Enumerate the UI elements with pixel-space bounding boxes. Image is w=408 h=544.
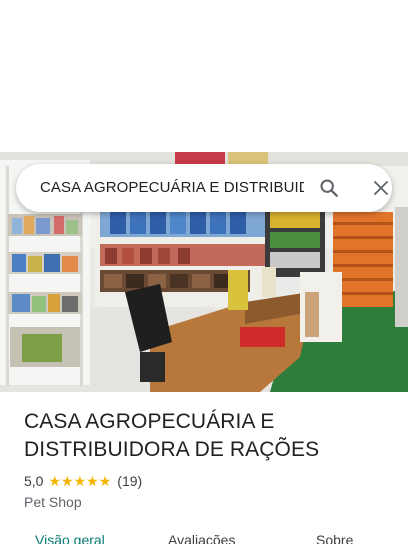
review-count[interactable]: (19) — [117, 473, 142, 489]
star-icon: ★ — [98, 473, 112, 489]
map-blank-area — [0, 0, 408, 152]
clear-search-button[interactable] — [364, 172, 398, 204]
star-icon: ★ — [61, 473, 74, 489]
rating-value: 5,0 — [24, 473, 44, 489]
tab-about[interactable]: Sobre — [316, 532, 353, 544]
star-rating: ★ ★ ★ ★ ★ — [48, 474, 111, 488]
search-button[interactable] — [312, 172, 346, 204]
place-info: CASA AGROPECUÁRIA E DISTRIBUIDORA DE RAÇ… — [24, 408, 394, 510]
search-input[interactable]: CASA AGROPECUÁRIA E DISTRIBUIDORA DE RAÇ… — [40, 164, 304, 212]
rating-row[interactable]: 5,0 ★ ★ ★ ★ ★ (19) — [24, 472, 394, 490]
star-icon: ★ — [73, 473, 87, 489]
place-category[interactable]: Pet Shop — [24, 494, 394, 510]
star-icon: ★ — [86, 473, 99, 489]
star-icon: ★ — [48, 473, 62, 489]
search-bar[interactable]: CASA AGROPECUÁRIA E DISTRIBUIDORA DE RAÇ… — [16, 164, 392, 212]
tab-overview[interactable]: Visão geral — [35, 532, 105, 544]
place-tabs: Visão geral Avaliações Sobre — [0, 528, 408, 544]
search-icon — [320, 179, 338, 197]
close-icon — [374, 181, 388, 195]
tab-reviews[interactable]: Avaliações — [168, 532, 235, 544]
place-title: CASA AGROPECUÁRIA E DISTRIBUIDORA DE RAÇ… — [24, 410, 320, 461]
